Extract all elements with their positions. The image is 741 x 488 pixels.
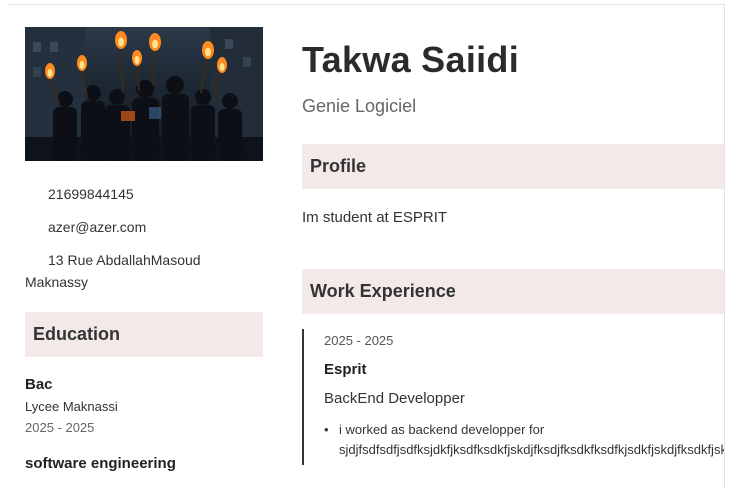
address-line-2: Maknassy <box>25 274 89 290</box>
education-degree-2: software engineering <box>25 455 176 472</box>
phone-number: 21699844145 <box>48 186 134 202</box>
work-role: BackEnd Developper <box>324 390 465 407</box>
work-dates: 2025 - 2025 <box>324 333 394 348</box>
work-bullet-line-2: sjdjfsdfsdfjsdfksjdkfjksdfksdkfjskdjfksd… <box>339 442 724 457</box>
profile-photo <box>25 27 263 161</box>
person-title: Genie Logiciel <box>302 96 417 116</box>
work-bullet: i worked as backend developper for sjdjf… <box>324 420 724 460</box>
cv-page: 21699844145 azer@azer.com 13 Rue Abdalla… <box>8 4 725 488</box>
main-content: Takwa Saiidi Genie Logiciel Profile Im s… <box>302 27 724 465</box>
education-school: Lycee Maknassi <box>25 399 118 414</box>
education-item: Bac Lycee Maknassi 2025 - 2025 <box>25 376 263 435</box>
address-line-1: 13 Rue AbdallahMasoud <box>48 252 201 268</box>
education-heading: Education <box>25 312 263 357</box>
address: 13 Rue AbdallahMasoud Maknassy <box>25 249 263 293</box>
contact-info: 21699844145 azer@azer.com 13 Rue Abdalla… <box>25 185 263 293</box>
work-bullet-line-1: i worked as backend developper for <box>339 422 545 437</box>
work-company: Esprit <box>324 361 367 378</box>
education-degree: Bac <box>25 376 53 393</box>
sidebar: 21699844145 azer@azer.com 13 Rue Abdalla… <box>25 27 263 472</box>
work-experience-heading: Work Experience <box>302 269 724 314</box>
profile-summary: Im student at ESPRIT <box>302 209 448 226</box>
email-address: azer@azer.com <box>48 219 147 235</box>
work-item: 2025 - 2025 Esprit BackEnd Developper i … <box>302 329 724 465</box>
photo-illustration <box>25 27 263 161</box>
profile-heading: Profile <box>302 144 724 189</box>
education-dates: 2025 - 2025 <box>25 420 95 435</box>
person-name: Takwa Saiidi <box>302 39 520 80</box>
work-bullets: i worked as backend developper for sjdjf… <box>324 420 724 460</box>
